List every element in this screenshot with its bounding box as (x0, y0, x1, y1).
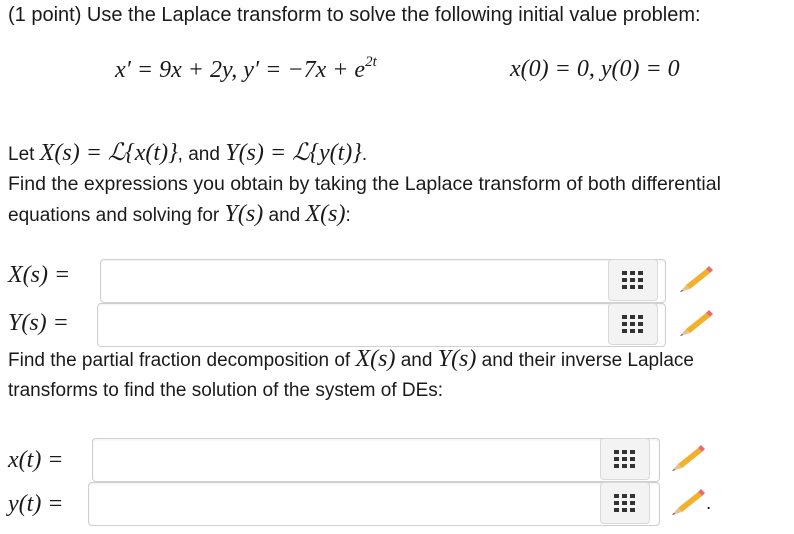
instruction-line-2: equations and solving for Y(s) and X(s): (8, 201, 351, 227)
answer-label-xt: x(t) = (8, 447, 64, 473)
partial-fraction-instruction-1: Find the partial fraction decomposition … (8, 346, 694, 372)
instruction-line-1: Find the expressions you obtain by takin… (8, 173, 721, 195)
trailing-period: . (706, 493, 712, 514)
pencil-icon (672, 445, 705, 471)
equation-grid-icon (614, 494, 635, 512)
pencil-icon (672, 489, 705, 515)
equation-grid-icon (614, 450, 635, 468)
initial-conditions: x(0) = 0, y(0) = 0 (510, 56, 680, 82)
answer-label-yt: y(t) = (8, 491, 64, 517)
Ys-equation-editor-button[interactable] (608, 303, 658, 345)
equation-grid-icon (622, 271, 643, 289)
partial-fraction-instruction-2: transforms to find the solution of the s… (8, 380, 444, 401)
equation-system: x′ = 9x + 2y, y′ = −7x + e2t (115, 54, 377, 83)
xt-input[interactable] (92, 438, 660, 482)
Ys-input[interactable] (97, 303, 666, 347)
problem-header: (1 point) Use the Laplace transform to s… (8, 4, 701, 26)
pencil-icon (680, 266, 713, 292)
pencil-icon (680, 310, 713, 336)
answer-label-Xs: X(s) = (8, 262, 71, 288)
yt-input[interactable] (88, 482, 660, 526)
Xs-equation-editor-button[interactable] (608, 259, 658, 301)
Xs-input[interactable] (100, 259, 666, 303)
definition-line: Let X(s) = ℒ{x(t)}, and Y(s) = ℒ{y(t)}. (8, 140, 368, 166)
xt-equation-editor-button[interactable] (600, 438, 650, 480)
answer-label-Ys: Y(s) = (8, 310, 69, 336)
equation-grid-icon (622, 315, 643, 333)
yt-equation-editor-button[interactable] (600, 482, 650, 524)
